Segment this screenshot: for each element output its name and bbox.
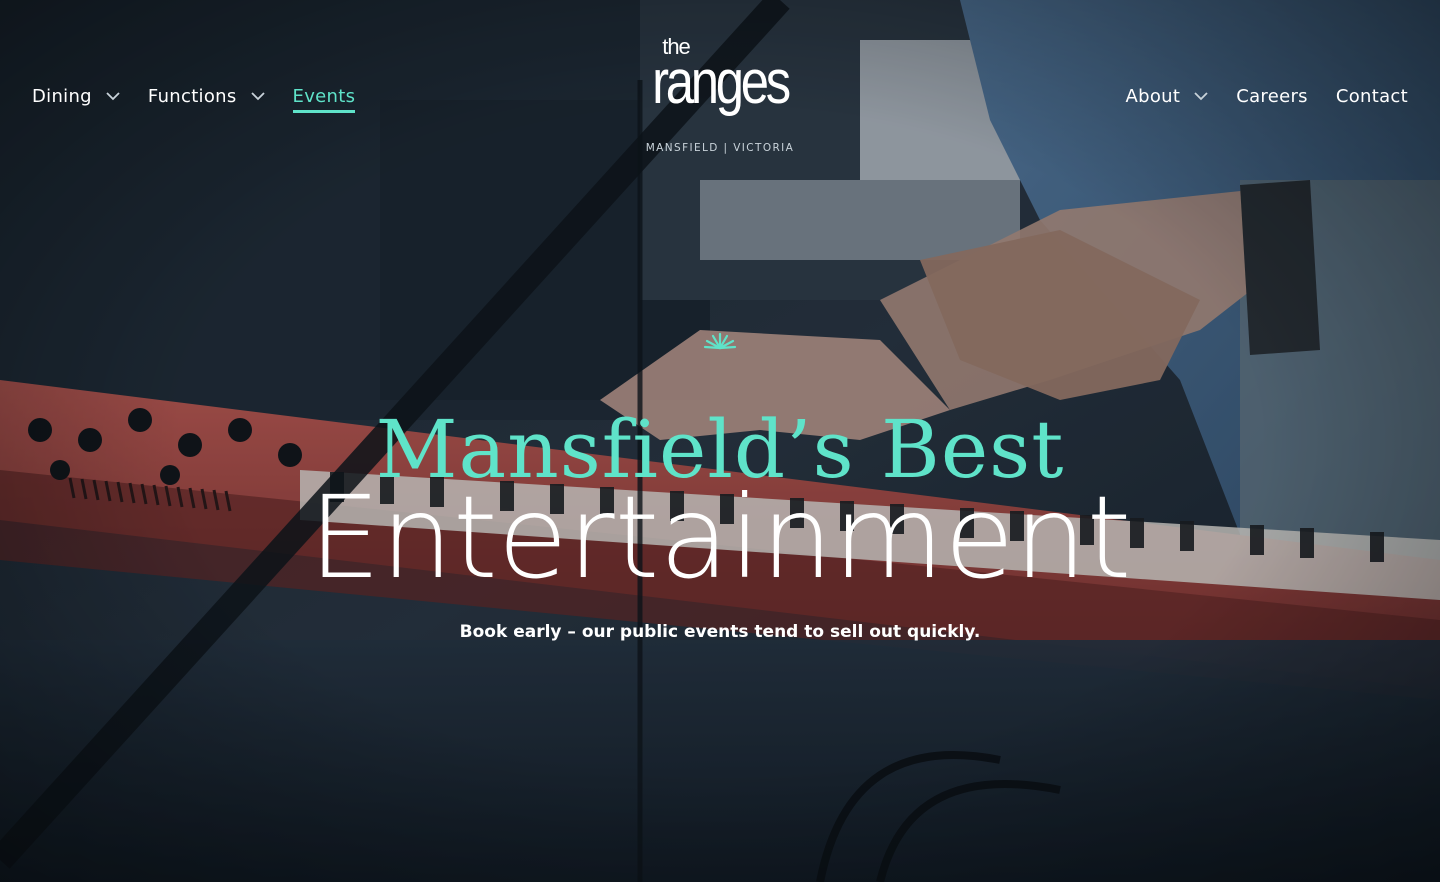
logo-name-text: ranges — [652, 48, 791, 117]
nav-right-group: About Careers Contact — [1098, 78, 1409, 114]
chevron-down-icon — [106, 92, 120, 101]
nav-item-label: Contact — [1335, 85, 1408, 107]
sparkle-icon — [703, 332, 737, 350]
logo-tagline: MANSFIELD | VICTORIA — [645, 142, 795, 154]
nav-item-events[interactable]: Events — [292, 78, 356, 114]
site-logo[interactable]: the ranges MANSFIELD | VICTORIA — [620, 34, 820, 164]
nav-item-label: Events — [292, 85, 356, 107]
nav-left-group: Dining Functions Events — [32, 78, 383, 114]
nav-item-about[interactable]: About — [1126, 78, 1209, 114]
hero-headline-main: Entertainment — [308, 471, 1132, 604]
nav-item-label: Functions — [147, 85, 237, 107]
nav-item-label: About — [1125, 85, 1181, 107]
chevron-down-icon — [1194, 92, 1208, 101]
nav-item-label: Careers — [1236, 85, 1308, 107]
chevron-down-icon — [250, 92, 265, 101]
hero-section: Dining Functions Events About Careers Co… — [0, 0, 1440, 882]
nav-item-label: Dining — [32, 85, 92, 107]
nav-item-functions[interactable]: Functions — [148, 78, 265, 114]
nav-item-contact[interactable]: Contact — [1336, 78, 1408, 114]
nav-item-careers[interactable]: Careers — [1236, 78, 1308, 114]
nav-item-dining[interactable]: Dining — [32, 78, 120, 114]
hero-subtext: Book early – our public events tend to s… — [459, 622, 981, 642]
